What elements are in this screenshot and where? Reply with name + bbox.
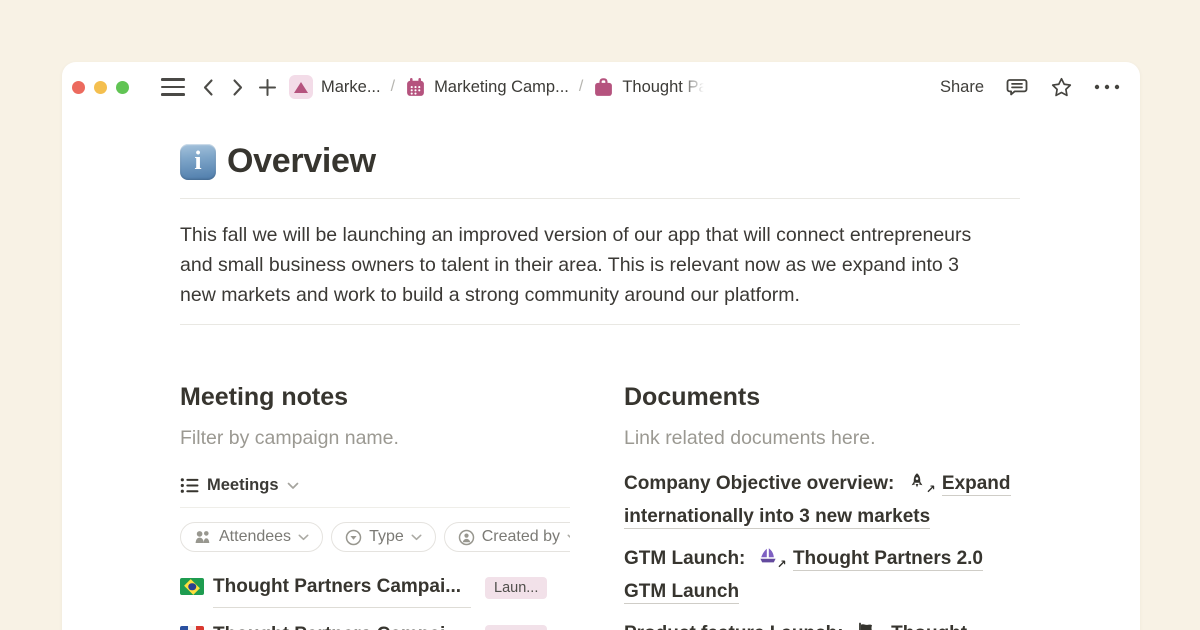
filter-chip-created-by[interactable]: Created by bbox=[444, 522, 570, 552]
breadcrumb-workspace[interactable]: Marke... bbox=[289, 75, 381, 99]
divider bbox=[180, 507, 570, 508]
breadcrumb-separator: / bbox=[391, 78, 395, 96]
document-link[interactable]: Thought Partners 2.0 bbox=[793, 548, 983, 571]
workspace-triangle-icon bbox=[289, 75, 313, 99]
meeting-page-title[interactable]: Thought Partners Campai... bbox=[213, 624, 471, 630]
comment-bubble-icon bbox=[1005, 77, 1029, 98]
table-row[interactable]: Thought Partners Campai... Laun... bbox=[180, 569, 570, 608]
filter-chip-type[interactable]: Type bbox=[331, 522, 436, 552]
favorite-button[interactable] bbox=[1050, 76, 1073, 99]
breadcrumb-thought-partners[interactable]: Thought Pa bbox=[593, 77, 707, 98]
documents-subtitle: Link related documents here. bbox=[624, 425, 1009, 451]
plus-icon bbox=[258, 78, 277, 97]
chevron-right-icon bbox=[230, 78, 245, 97]
ellipsis-icon bbox=[1094, 84, 1120, 90]
window-titlebar: Marke... / bbox=[62, 62, 1140, 106]
comments-button[interactable] bbox=[1005, 77, 1029, 98]
meeting-notes-section: Meeting notes Filter by campaign name. bbox=[180, 381, 570, 630]
chevron-left-icon bbox=[201, 78, 216, 97]
star-icon bbox=[1050, 76, 1073, 99]
page-content: i Overview This fall we will be launchin… bbox=[62, 142, 1140, 630]
meeting-page-title[interactable]: Thought Partners Campai... bbox=[213, 576, 471, 608]
breadcrumb-label: Marketing Camp... bbox=[434, 78, 569, 97]
meetings-view-tab[interactable]: Meetings bbox=[180, 476, 570, 495]
person-circle-icon bbox=[458, 529, 475, 546]
document-link[interactable]: Thought bbox=[891, 623, 967, 630]
info-emoji-page-icon[interactable]: i bbox=[180, 144, 216, 180]
rocket-icon: ↗ bbox=[907, 472, 928, 492]
breadcrumb-label: Marke... bbox=[321, 78, 381, 97]
sailboat-icon: ↗ bbox=[758, 547, 779, 567]
document-link[interactable]: internationally into 3 new markets bbox=[624, 506, 930, 529]
document-label: GTM Launch: bbox=[624, 548, 745, 569]
page-link-arrow-icon: ↗ bbox=[926, 484, 936, 496]
breadcrumb: Marke... / bbox=[289, 75, 708, 99]
document-link[interactable]: Expand bbox=[942, 473, 1011, 496]
brazil-flag-icon bbox=[180, 578, 204, 595]
divider bbox=[180, 198, 1020, 199]
documents-heading: Documents bbox=[624, 381, 1009, 413]
documents-section: Documents Link related documents here. C… bbox=[624, 381, 1009, 630]
chevron-down-icon bbox=[411, 534, 422, 541]
two-column-layout: Meeting notes Filter by campaign name. bbox=[180, 381, 1020, 630]
desktop-background: Marke... / bbox=[0, 0, 1200, 630]
back-button[interactable] bbox=[201, 78, 216, 97]
people-icon bbox=[194, 530, 212, 544]
document-label: Company Objective overview: bbox=[624, 473, 894, 494]
document-label: Product feature Launch: bbox=[624, 623, 844, 630]
france-flag-icon bbox=[180, 626, 204, 630]
close-window-button[interactable] bbox=[72, 81, 85, 94]
intro-paragraph: This fall we will be launching an improv… bbox=[180, 220, 986, 310]
fullscreen-window-button[interactable] bbox=[116, 81, 129, 94]
sidebar-menu-button[interactable] bbox=[161, 78, 185, 96]
filter-chip-label: Attendees bbox=[219, 528, 291, 546]
document-item: Company Objective overview: ↗ bbox=[624, 467, 1009, 533]
meeting-notes-subtitle: Filter by campaign name. bbox=[180, 425, 570, 451]
filter-bar: Attendees bbox=[180, 522, 570, 552]
select-dropdown-icon bbox=[345, 529, 362, 546]
briefcase-icon bbox=[593, 77, 614, 98]
meetings-table: Thought Partners Campai... Laun... Thoug… bbox=[180, 569, 570, 630]
breadcrumb-separator: / bbox=[579, 78, 583, 96]
breadcrumb-label: Thought Pa bbox=[622, 78, 707, 97]
chevron-down-icon bbox=[567, 534, 570, 541]
forward-button[interactable] bbox=[230, 78, 245, 97]
black-flag-icon: ↗ bbox=[856, 622, 877, 630]
more-options-button[interactable] bbox=[1094, 84, 1120, 90]
calendar-icon bbox=[405, 77, 426, 98]
document-item: Product feature Launch: ↗ Thought bbox=[624, 617, 1009, 630]
campaign-tag: Laun... bbox=[485, 577, 547, 599]
new-page-button[interactable] bbox=[258, 78, 277, 97]
table-row[interactable]: Thought Partners Campai... Laun... bbox=[180, 617, 570, 630]
chevron-down-icon bbox=[287, 482, 299, 490]
meeting-notes-heading: Meeting notes bbox=[180, 381, 570, 413]
page-title: Overview bbox=[227, 142, 376, 181]
campaign-tag: Laun... bbox=[485, 625, 547, 630]
document-item: GTM Launch: ↗ Thought Partners bbox=[624, 542, 1009, 608]
minimize-window-button[interactable] bbox=[94, 81, 107, 94]
filter-chip-attendees[interactable]: Attendees bbox=[180, 522, 323, 552]
titlebar-actions: Share bbox=[940, 76, 1120, 99]
list-view-icon bbox=[180, 476, 199, 495]
notion-window: Marke... / bbox=[62, 62, 1140, 630]
share-button[interactable]: Share bbox=[940, 78, 984, 97]
filter-chip-label: Created by bbox=[482, 528, 560, 546]
document-link[interactable]: GTM Launch bbox=[624, 581, 739, 604]
page-title-row: i Overview bbox=[180, 142, 1020, 181]
traffic-lights bbox=[72, 81, 129, 94]
view-tab-label: Meetings bbox=[207, 476, 279, 495]
breadcrumb-marketing-campaigns[interactable]: Marketing Camp... bbox=[405, 77, 569, 98]
filter-chip-label: Type bbox=[369, 528, 404, 546]
chevron-down-icon bbox=[298, 534, 309, 541]
divider bbox=[180, 324, 1020, 325]
page-link-arrow-icon: ↗ bbox=[777, 559, 787, 571]
